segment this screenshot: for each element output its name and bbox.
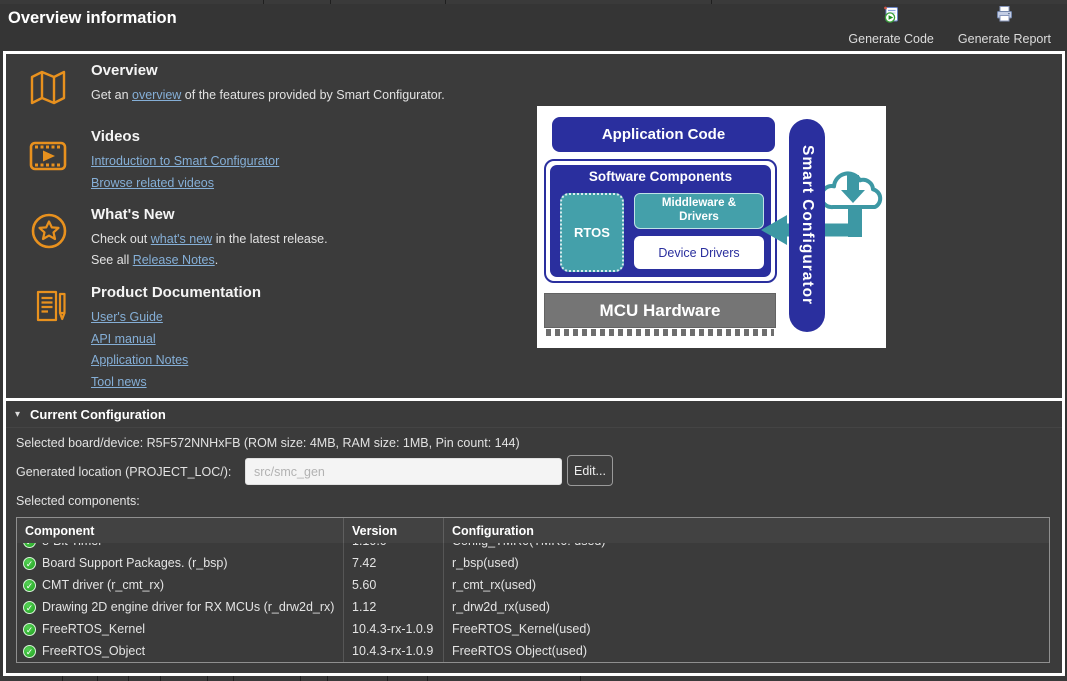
table-row[interactable]: ✓ FreeRTOS_Object 10.4.3-rx-1.0.9 FreeRTO…	[17, 640, 1049, 662]
collapse-caret-icon: ▾	[15, 401, 20, 428]
component-configuration: Config_TMR0(TMR0: used)	[452, 543, 606, 548]
component-checked-icon: ✓	[23, 645, 36, 658]
table-row[interactable]: ✓ CMT driver (r_cmt_rx) 5.60 r_cmt_rx(use…	[17, 574, 1049, 596]
videos-title: Videos	[91, 128, 531, 145]
cloud-download-arrow	[537, 106, 886, 348]
top-tab-strip	[0, 0, 1067, 4]
videos-section: Videos Introduction to Smart Configurato…	[91, 128, 531, 194]
current-configuration-title: Current Configuration	[30, 401, 166, 428]
table-row[interactable]: ✓ Drawing 2D engine driver for RX MCUs (r…	[17, 596, 1049, 618]
browse-related-videos-link[interactable]: Browse related videos	[91, 176, 214, 190]
column-header-version[interactable]: Version	[344, 518, 444, 543]
component-name: CMT driver (r_cmt_rx)	[42, 578, 164, 592]
selected-components-label: Selected components:	[16, 494, 140, 508]
component-name: FreeRTOS_Object	[42, 644, 145, 658]
application-notes-link[interactable]: Application Notes	[91, 353, 188, 367]
component-name: 8-Bit Timer	[42, 543, 102, 548]
overview-text-suffix: of the features provided by Smart Config…	[181, 88, 444, 102]
current-configuration-header[interactable]: ▾ Current Configuration	[6, 401, 1062, 428]
column-header-configuration[interactable]: Configuration	[444, 518, 1049, 543]
bottom-tab-strip	[0, 676, 1067, 681]
overview-section: Overview Get an overview of the features…	[91, 62, 531, 106]
component-version: 7.42	[352, 556, 376, 570]
page-title: Overview information	[8, 9, 177, 28]
generate-report-button[interactable]: Generate Report	[958, 5, 1051, 46]
component-name: Drawing 2D engine driver for RX MCUs (r_…	[42, 600, 334, 614]
generate-code-icon	[882, 5, 901, 29]
component-version: 10.4.3-rx-1.0.9	[352, 644, 433, 658]
release-notes-text: See all	[91, 253, 133, 267]
component-version: 5.60	[352, 578, 376, 592]
component-name: Board Support Packages. (r_bsp)	[42, 556, 228, 570]
release-notes-text-suffix: .	[215, 253, 218, 267]
smart-configurator-pill: Smart Configurator	[789, 119, 825, 332]
component-configuration: r_drw2d_rx(used)	[452, 600, 550, 614]
components-table-header: Component Version Configuration	[17, 518, 1049, 543]
editor-frame: Overview Get an overview of the features…	[3, 51, 1065, 676]
overview-text: Get an	[91, 88, 132, 102]
component-version: 10.4.3-rx-1.0.9	[352, 622, 433, 636]
component-checked-icon: ✓	[23, 623, 36, 636]
whats-new-text-suffix: in the latest release.	[212, 232, 327, 246]
component-configuration: FreeRTOS_Kernel(used)	[452, 622, 591, 636]
table-row[interactable]: ✓ 8-Bit Timer 1.10.0 Config_TMR0(TMR0: us…	[17, 543, 1049, 552]
whats-new-title: What's New	[91, 206, 531, 223]
toolbar-actions: Generate Code Generate Report	[848, 5, 1051, 46]
smart-configurator-label: Smart Configurator	[798, 145, 816, 305]
whats-new-link[interactable]: what's new	[151, 232, 212, 246]
intro-smart-configurator-link[interactable]: Introduction to Smart Configurator	[91, 154, 279, 168]
product-documentation-title: Product Documentation	[91, 284, 531, 301]
column-header-component[interactable]: Component	[17, 518, 344, 543]
architecture-diagram: Application Code Software Components RTO…	[537, 106, 886, 348]
title-bar: Overview information Generate Code	[0, 0, 1067, 51]
component-configuration: FreeRTOS Object(used)	[452, 644, 587, 658]
smart-configurator-window: Overview information Generate Code	[0, 0, 1067, 681]
users-guide-link[interactable]: User's Guide	[91, 310, 163, 324]
component-checked-icon: ✓	[23, 557, 36, 570]
whats-new-section: What's New Check out what's new in the l…	[91, 206, 531, 271]
component-checked-icon: ✓	[23, 601, 36, 614]
release-notes-link[interactable]: Release Notes	[133, 253, 215, 267]
generate-code-label: Generate Code	[848, 32, 933, 46]
map-icon	[28, 68, 68, 108]
overview-link[interactable]: overview	[132, 88, 181, 102]
component-version: 1.10.0	[352, 543, 387, 548]
components-table: Component Version Configuration ✓ 8-Bit T…	[16, 517, 1050, 663]
generate-report-label: Generate Report	[958, 32, 1051, 46]
component-name: FreeRTOS_Kernel	[42, 622, 145, 636]
current-configuration-panel: ▾ Current Configuration Selected board/d…	[6, 398, 1062, 670]
table-row[interactable]: ✓ FreeRTOS_Kernel 10.4.3-rx-1.0.9 FreeRTO…	[17, 618, 1049, 640]
selected-board-device-text: Selected board/device: R5F572NNHxFB (ROM…	[16, 436, 520, 450]
generated-location-input[interactable]	[245, 458, 562, 485]
generated-location-label: Generated location (PROJECT_LOC/):	[16, 465, 231, 479]
generate-code-button[interactable]: Generate Code	[848, 5, 933, 46]
table-row[interactable]: ✓ Board Support Packages. (r_bsp) 7.42 r_…	[17, 552, 1049, 574]
overview-panel: Overview Get an overview of the features…	[6, 54, 1062, 398]
documentation-icon	[30, 286, 70, 326]
component-configuration: r_bsp(used)	[452, 556, 519, 570]
tool-news-link[interactable]: Tool news	[91, 375, 147, 389]
whats-new-text: Check out	[91, 232, 151, 246]
api-manual-link[interactable]: API manual	[91, 332, 156, 346]
component-checked-icon: ✓	[23, 543, 36, 548]
component-configuration: r_cmt_rx(used)	[452, 578, 536, 592]
component-version: 1.12	[352, 600, 376, 614]
components-table-body: ✓ 8-Bit Timer 1.10.0 Config_TMR0(TMR0: us…	[17, 543, 1049, 662]
video-icon	[28, 136, 68, 176]
component-checked-icon: ✓	[23, 579, 36, 592]
generate-report-icon	[995, 5, 1014, 29]
whats-new-star-icon	[30, 212, 70, 252]
overview-title: Overview	[91, 62, 531, 79]
product-documentation-section: Product Documentation User's Guide API m…	[91, 284, 531, 393]
edit-button[interactable]: Edit...	[567, 455, 613, 486]
